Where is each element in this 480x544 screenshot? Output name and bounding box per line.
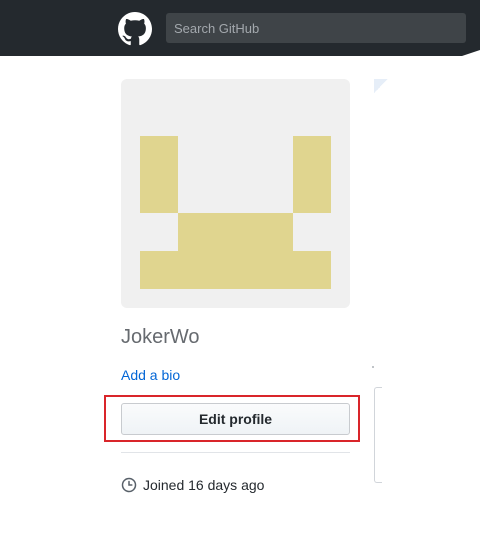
clock-icon [121, 477, 137, 493]
right-column-card-edge [374, 387, 382, 483]
avatar[interactable] [121, 79, 350, 308]
search-input[interactable] [166, 13, 466, 43]
divider [121, 452, 350, 453]
avatar-pixel-bottom [140, 251, 331, 289]
avatar-pixel-middle [178, 213, 293, 251]
edit-profile-button[interactable]: Edit profile [121, 403, 350, 435]
profile-page: JokerWo Add a bio Edit profile Joined 16… [0, 0, 480, 544]
right-column-dot [372, 366, 374, 368]
avatar-pixel-right [293, 136, 331, 213]
top-header [0, 0, 480, 56]
add-bio-link[interactable]: Add a bio [121, 367, 180, 383]
joined-text: Joined 16 days ago [143, 477, 265, 493]
joined-info: Joined 16 days ago [121, 476, 264, 494]
right-column-edge [374, 79, 388, 93]
github-octocat-icon[interactable] [118, 12, 152, 46]
avatar-pixel-left [140, 136, 178, 213]
profile-username: JokerWo [121, 326, 200, 348]
